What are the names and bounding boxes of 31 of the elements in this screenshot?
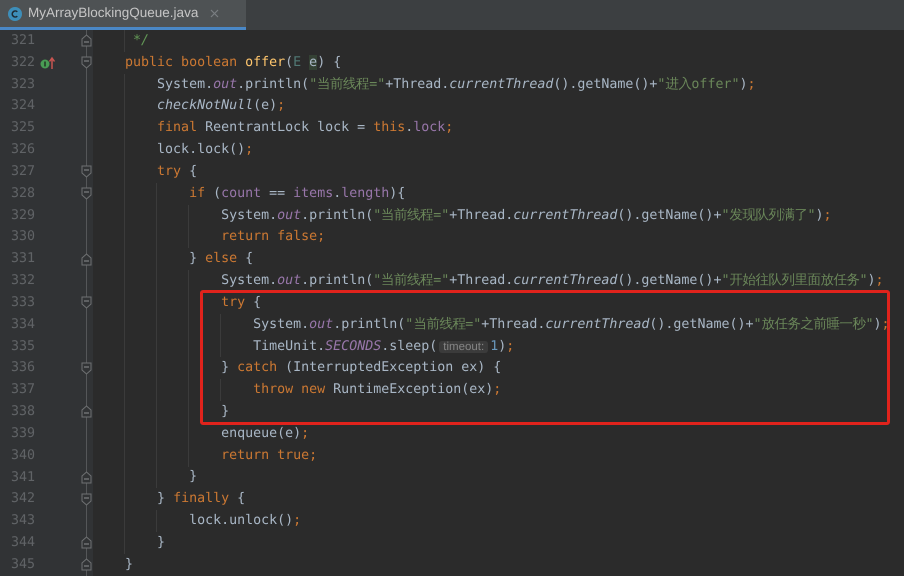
code-line: System.out.println("当前线程="+Thread.currentThread().getName()+"进入offer"); <box>156 76 756 94</box>
code-line: throw new RuntimeException(ex); <box>252 381 502 400</box>
implements-arrow-icon[interactable] <box>40 56 57 70</box>
fold-icon[interactable] <box>80 492 92 506</box>
code-line: final ReentrantLock lock = this.lock; <box>156 119 454 138</box>
code-line: try { <box>220 294 262 312</box>
fold-icon[interactable] <box>80 362 92 375</box>
code-line: } <box>220 402 230 421</box>
code-line: lock.lock(); <box>156 141 254 160</box>
code-line: System.out.println("当前线程="+Thread.currentThread().getName()+"发现队列满了"); <box>220 206 832 225</box>
code-line: } finally { <box>156 490 246 508</box>
code-line: */ <box>132 32 150 50</box>
class-file-icon <box>8 6 22 20</box>
code-line: if (count == items.length){ <box>188 184 406 203</box>
code-line: TimeUnit.SECONDS.sleep( timeout: 1); <box>252 338 514 356</box>
code-line: try { <box>156 162 198 181</box>
code-line: return false; <box>220 228 326 246</box>
tab-title: MyArrayBlockingQueue.java <box>28 4 198 22</box>
code-line: } <box>156 534 166 552</box>
code-line: System.out.println("当前线程="+Thread.currentThread().getName()+"开始往队列里面放任务"); <box>220 272 884 290</box>
code-line: } else { <box>188 250 254 268</box>
code-line: lock.unlock(); <box>188 512 302 530</box>
code-line: } <box>124 556 134 574</box>
editor-tab[interactable]: MyArrayBlockingQueue.java <box>0 0 246 30</box>
code-line: return true; <box>220 446 318 465</box>
code-line: } catch (InterruptedException ex) { <box>220 359 502 378</box>
code-line: public boolean offer(E e) { <box>124 54 342 72</box>
code-line: } <box>188 468 198 486</box>
code-line: System.out.println("当前线程="+Thread.currentThread().getName()+"放任务之前睡一秒"); <box>252 316 890 334</box>
code-line: enqueue(e); <box>220 424 310 443</box>
code-line: checkNotNull(e); <box>156 97 286 116</box>
